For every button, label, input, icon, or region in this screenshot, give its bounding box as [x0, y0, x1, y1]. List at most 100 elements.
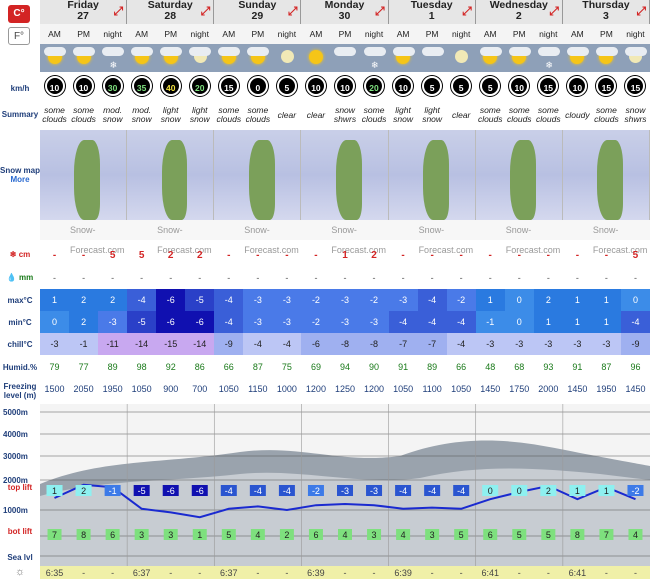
sunrise-value: 6:35	[45, 568, 64, 578]
expand-icon[interactable]: ⤢	[636, 5, 646, 17]
freezing-level-value: 1450	[480, 384, 501, 394]
max-temp-value: -6	[156, 289, 186, 311]
max-temp-value: -4	[127, 289, 157, 311]
sunrise-value: -	[169, 568, 173, 578]
rain-mm-value: -	[488, 273, 492, 283]
period-label: night	[185, 24, 215, 44]
expand-icon[interactable]: ⤢	[114, 5, 124, 17]
sunrise-value: -	[430, 568, 434, 578]
period-label: PM	[591, 24, 621, 44]
land-shape	[423, 140, 449, 220]
weather-icon-cell	[562, 44, 592, 72]
snow-cm-value: 5	[109, 250, 116, 261]
sunrise-value: -	[343, 568, 347, 578]
summary-text: mod. snow	[131, 105, 152, 124]
snow-cm-value: -	[285, 250, 289, 261]
min-temp-value: -3	[359, 311, 389, 333]
cloud-icon	[392, 47, 415, 56]
snow-map-image[interactable]	[388, 130, 476, 220]
rain-mm-value: -	[111, 273, 115, 283]
humidity-value: 87	[601, 362, 612, 372]
snow-map-image[interactable]	[40, 130, 128, 220]
min-temp-value: 0	[504, 311, 534, 333]
period-label: PM	[243, 24, 273, 44]
wind-cell: 10	[505, 74, 534, 100]
min-temp-value: -4	[214, 311, 244, 333]
wind-speed: 5	[480, 76, 501, 96]
snow-map-label: Snow map	[0, 166, 41, 175]
min-temp-label: min°C	[8, 318, 32, 327]
humidity-value: 94	[339, 362, 350, 372]
chill-value: -8	[359, 333, 389, 355]
altitude-label: 5000m	[3, 408, 28, 417]
more-link[interactable]: More	[0, 175, 40, 184]
humidity-value: 86	[194, 362, 205, 372]
bot-lift-temp: 1	[197, 530, 202, 540]
min-temp-value: -6	[185, 311, 215, 333]
max-temp-value: 2	[69, 289, 99, 311]
freezing-level-value: 1050	[131, 384, 152, 394]
summary-label: Summary	[1, 110, 39, 119]
top-lift-temp: -4	[283, 486, 291, 496]
weather-icon-cell	[446, 44, 476, 72]
max-temp-value: 2	[533, 289, 563, 311]
min-temp-value: -3	[272, 311, 302, 333]
snow-map-image[interactable]	[301, 130, 389, 220]
expand-icon[interactable]: ⤢	[375, 5, 385, 17]
watermark-text: Snow-Forecast.com	[214, 220, 302, 255]
bot-lift-temp: 6	[110, 530, 115, 540]
top-lift-temp: -4	[457, 486, 465, 496]
snow-cm-value: 1	[342, 250, 348, 261]
expand-icon[interactable]: ⤢	[201, 5, 211, 17]
bot-lift-temp: 5	[546, 530, 551, 540]
period-label: night	[446, 24, 476, 44]
wind-speed: 10	[567, 76, 588, 96]
max-temp-value: 1	[475, 289, 505, 311]
snow-map-image[interactable]	[562, 130, 650, 220]
max-temp-value: -3	[330, 289, 360, 311]
max-temp-value: 1	[40, 289, 70, 311]
top-lift-temp: -4	[428, 486, 436, 496]
expand-icon[interactable]: ⤢	[288, 5, 298, 17]
expand-icon[interactable]: ⤢	[462, 5, 472, 17]
max-temp-value: -5	[185, 289, 215, 311]
chill-value: -15	[156, 333, 186, 355]
wind-speed: 30	[102, 76, 123, 96]
weather-icon-cell	[185, 44, 215, 72]
snow-map-image[interactable]	[475, 130, 563, 220]
bot-lift-temp: 4	[401, 530, 406, 540]
min-temp-value: -4	[620, 311, 650, 333]
expand-icon[interactable]: ⤢	[549, 5, 559, 17]
sunrise-value: 6:41	[568, 568, 587, 578]
snow-map-image[interactable]	[214, 130, 302, 220]
humidity-value: 87	[252, 362, 263, 372]
wind-cell: 30	[98, 74, 127, 100]
humidity-value: 77	[78, 362, 89, 372]
fahrenheit-button[interactable]: F°	[8, 27, 30, 45]
freezing-level-value: 900	[163, 384, 179, 394]
humidity-value: 98	[136, 362, 147, 372]
wind-speed: 10	[334, 76, 355, 96]
snow-map-image[interactable]	[127, 130, 215, 220]
freezing-level-value: 1250	[334, 384, 355, 394]
summary-text: cloudy	[565, 109, 590, 120]
celsius-button[interactable]: C°	[8, 5, 30, 23]
watermark-text: Snow-Forecast.com	[388, 220, 476, 255]
summary-text: light snow	[422, 105, 443, 124]
bot-lift-temp: 3	[430, 530, 435, 540]
weather-icon-cell	[272, 44, 302, 72]
period-label: PM	[417, 24, 447, 44]
sunrise-value: -	[517, 568, 521, 578]
wind-cell: 10	[301, 74, 330, 100]
wind-speed: 40	[160, 76, 181, 96]
wind-cell: 10	[69, 74, 98, 100]
freezing-level-value: 1750	[509, 384, 530, 394]
sunrise-value: -	[198, 568, 202, 578]
watermark-text: Snow-Forecast.com	[40, 220, 128, 255]
wind-cell: 5	[447, 74, 476, 100]
min-temp-value: -3	[330, 311, 360, 333]
rain-mm-label: 💧 mm	[6, 273, 34, 282]
summary-text: light snow	[189, 105, 210, 124]
cloud-icon	[102, 47, 125, 56]
snow-cm-value: -	[52, 250, 57, 261]
